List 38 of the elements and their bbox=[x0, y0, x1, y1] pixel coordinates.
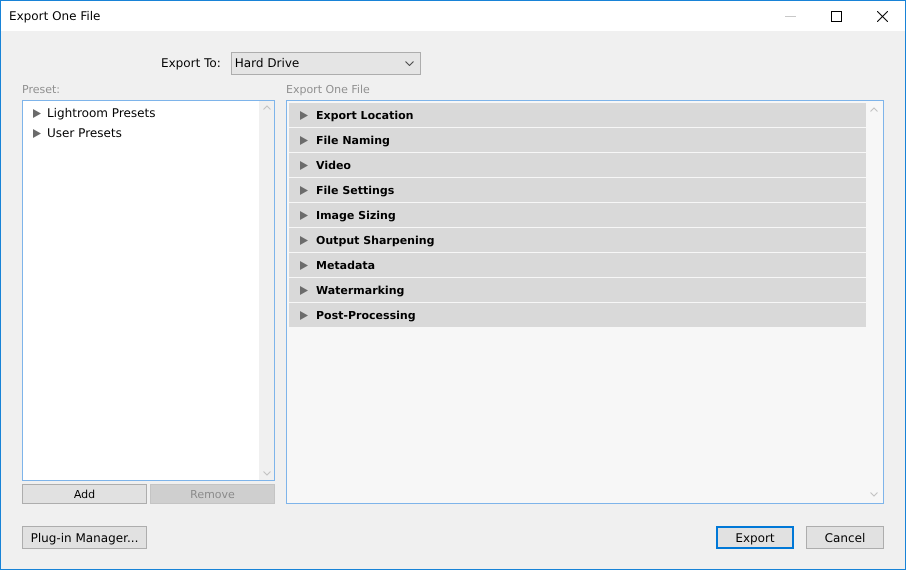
preset-action-button[interactable]: Add bbox=[22, 484, 147, 504]
disclosure-triangle-icon bbox=[300, 310, 308, 320]
window-title: Export One File bbox=[9, 9, 102, 23]
disclosure-triangle-icon bbox=[300, 186, 308, 194]
disclosure-triangle-icon bbox=[300, 136, 308, 144]
plugin-manager-button[interactable]: Plug-in Manager... bbox=[22, 526, 147, 549]
export-to-dropdown[interactable]: Hard Drive bbox=[230, 52, 421, 74]
section-header[interactable]: File Settings bbox=[289, 178, 866, 202]
disclosure-triangle-icon bbox=[300, 160, 308, 170]
export-to-label: Export To: bbox=[161, 56, 221, 70]
disclosure-triangle-icon bbox=[300, 110, 308, 120]
section-header[interactable]: Image Sizing bbox=[289, 203, 866, 227]
section-header[interactable]: Output Sharpening bbox=[289, 228, 866, 252]
dialog-button[interactable]: Cancel bbox=[806, 526, 884, 549]
preset-label: Preset: bbox=[22, 83, 62, 98]
maximize-icon[interactable] bbox=[830, 10, 842, 22]
disclosure-triangle-icon bbox=[33, 108, 41, 118]
disclosure-triangle-icon bbox=[300, 286, 308, 294]
scroll-down-icon[interactable] bbox=[262, 471, 270, 476]
preset-folder[interactable]: User Presets bbox=[33, 126, 122, 140]
disclosure-triangle-icon bbox=[300, 260, 308, 270]
scroll-up-icon[interactable] bbox=[870, 107, 878, 112]
section-header[interactable]: Export Location bbox=[289, 103, 866, 127]
scroll-down-icon[interactable] bbox=[870, 492, 878, 497]
scroll-up-icon[interactable] bbox=[262, 105, 270, 110]
chevron-icon bbox=[404, 60, 414, 66]
disclosure-triangle-icon bbox=[33, 128, 41, 138]
close-icon[interactable] bbox=[876, 10, 888, 22]
disclosure-triangle-icon bbox=[300, 236, 308, 244]
panel-label: Export One File bbox=[286, 83, 371, 98]
preset-folder[interactable]: Lightroom Presets bbox=[33, 106, 156, 120]
section-header[interactable]: Metadata bbox=[289, 253, 866, 277]
dialog-button[interactable]: Export bbox=[716, 526, 794, 549]
disclosure-triangle-icon bbox=[300, 210, 308, 220]
section-header[interactable]: File Naming bbox=[289, 128, 866, 152]
section-header[interactable]: Post-Processing bbox=[289, 303, 866, 327]
section-header[interactable]: Video bbox=[289, 153, 866, 177]
section-header[interactable]: Watermarking bbox=[289, 278, 866, 302]
